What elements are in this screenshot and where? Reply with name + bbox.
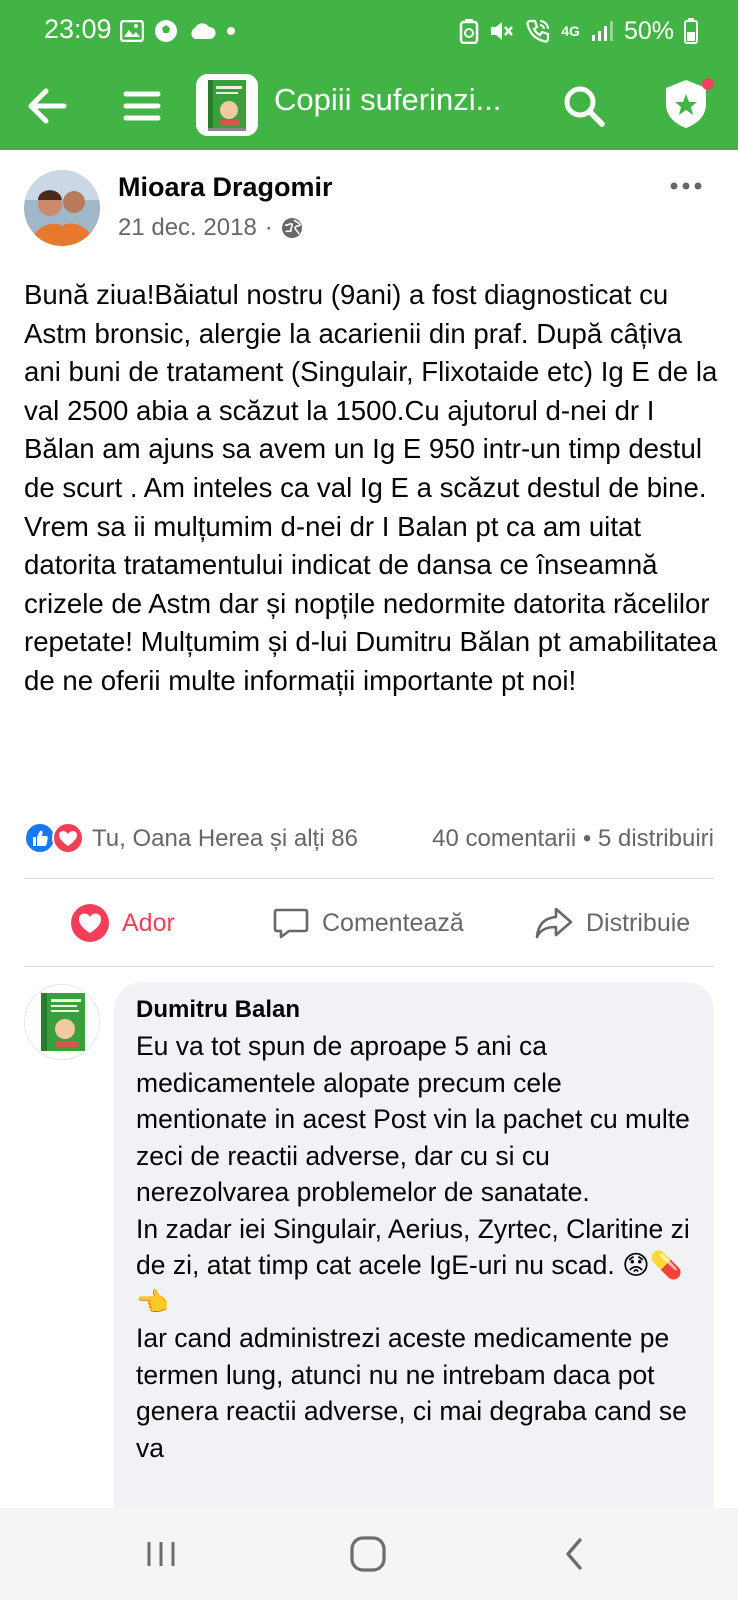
love-icon xyxy=(52,822,84,854)
comment-icon xyxy=(273,908,309,939)
post-author-name[interactable]: Mioara Dragomir xyxy=(118,172,333,203)
love-button[interactable]: Ador xyxy=(70,886,175,960)
menu-icon[interactable] xyxy=(116,80,168,132)
search-icon[interactable] xyxy=(556,78,612,134)
comment-button[interactable]: Comentează xyxy=(272,886,464,960)
post-date[interactable]: 21 dec. 2018 xyxy=(118,214,257,242)
love-label: Ador xyxy=(122,908,175,937)
mute-icon xyxy=(491,22,514,40)
status-bar: 23:09 4G 50% xyxy=(0,0,738,66)
recycle-icon xyxy=(460,19,479,44)
post-text: Bună ziua!Băiatul nostru (9ani) a fost d… xyxy=(24,279,718,696)
comments-shares-count[interactable]: 40 comentarii • 5 distribuiri xyxy=(432,825,714,853)
comment-text: Eu va tot spun de aproape 5 ani ca medic… xyxy=(136,1031,690,1463)
app-bar: Copiii suferinzi... xyxy=(0,66,738,150)
reactions-names[interactable]: Tu, Oana Herea și alți 86 xyxy=(92,825,358,853)
comment-bubble[interactable]: Dumitru Balan Eu va tot spun de aproape … xyxy=(114,982,714,1582)
commenter-avatar[interactable] xyxy=(24,984,100,1060)
status-system-icons: 4G 50% xyxy=(459,14,698,48)
wifi-call-icon xyxy=(526,19,550,43)
more-options-icon[interactable] xyxy=(666,172,706,200)
book-cover-icon xyxy=(196,74,258,136)
battery-icon xyxy=(684,18,698,44)
comment-label: Comentează xyxy=(322,908,464,937)
dot-icon xyxy=(227,27,235,35)
battery-percent: 50% xyxy=(623,16,674,45)
share-button[interactable]: Distribuie xyxy=(534,886,690,960)
soccer-ball-icon xyxy=(155,20,177,42)
author-avatar[interactable] xyxy=(24,170,100,246)
status-time: 23:09 xyxy=(44,14,112,44)
meta-separator: · xyxy=(264,214,273,241)
status-notification-icons xyxy=(120,16,236,46)
home-icon[interactable] xyxy=(344,1530,392,1578)
recent-apps-icon[interactable] xyxy=(137,1530,185,1578)
admin-shield-icon[interactable] xyxy=(656,74,716,134)
cloud-icon xyxy=(191,23,216,39)
image-icon xyxy=(120,20,144,42)
reaction-icons xyxy=(24,822,84,854)
divider xyxy=(24,966,714,967)
globe-icon xyxy=(281,218,302,238)
back-arrow-icon[interactable] xyxy=(20,78,76,134)
author-photo xyxy=(24,170,100,246)
network-type-label: 4G xyxy=(561,23,580,39)
like-icon xyxy=(24,822,56,854)
commenter-book-photo xyxy=(25,985,99,1059)
group-thumbnail[interactable] xyxy=(196,74,258,136)
reactions-summary[interactable]: Tu, Oana Herea și alți 86 40 comentarii … xyxy=(24,820,714,856)
share-icon xyxy=(535,907,573,939)
signal-icon xyxy=(591,21,613,41)
group-title[interactable]: Copiii suferinzi... xyxy=(274,82,536,118)
share-label: Distribuie xyxy=(586,908,691,937)
comment-author[interactable]: Dumitru Balan xyxy=(136,996,692,1024)
back-nav-icon[interactable] xyxy=(552,1530,600,1578)
post-actions: Ador Comentează Distribuie xyxy=(0,886,738,960)
post-meta: 21 dec. 2018 · xyxy=(118,214,303,242)
divider xyxy=(24,878,714,879)
heart-icon xyxy=(71,904,109,942)
system-nav-bar xyxy=(0,1508,738,1600)
